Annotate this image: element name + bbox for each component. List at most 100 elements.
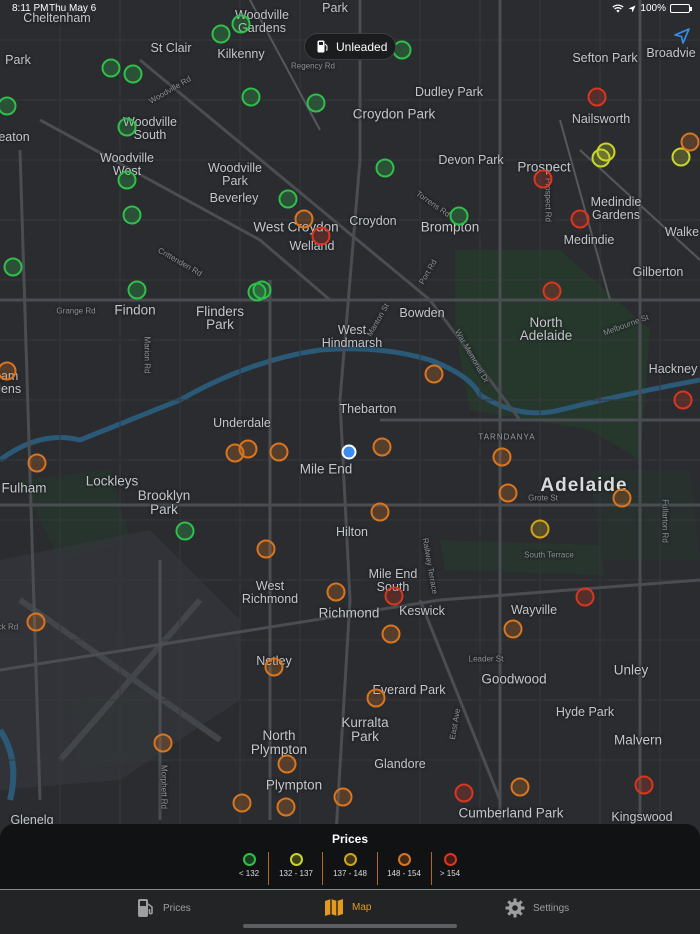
- station-pin-orange[interactable]: [333, 787, 353, 807]
- street-label: Marion Rd: [142, 336, 152, 374]
- suburb-label: Hackney: [648, 362, 698, 376]
- station-pin-orange[interactable]: [27, 453, 47, 473]
- gear-icon: [505, 898, 525, 918]
- station-pin-red[interactable]: [634, 775, 654, 795]
- suburb-label: Mile End: [299, 461, 353, 477]
- suburb-label: Medindie Gardens: [590, 195, 642, 222]
- station-pin-orange[interactable]: [372, 437, 392, 457]
- street-label: Morphett Rd: [159, 764, 169, 810]
- suburb-label: Medindie: [563, 233, 615, 247]
- station-pin-orange[interactable]: [269, 442, 289, 462]
- location-services-icon: [628, 5, 636, 12]
- suburb-label: Broadvie: [646, 46, 696, 60]
- station-pin-orange[interactable]: [294, 209, 314, 229]
- suburb-label: TARNDANYA: [478, 432, 536, 442]
- suburb-label: Park: [5, 53, 31, 67]
- station-pin-red[interactable]: [570, 209, 590, 229]
- station-pin-red[interactable]: [454, 783, 474, 803]
- tab-map[interactable]: Map: [324, 898, 371, 917]
- station-pin-green[interactable]: [101, 58, 121, 78]
- legend-swatch-orange: [397, 853, 411, 866]
- suburb-label: North Adelaide: [519, 315, 573, 343]
- tab-settings[interactable]: Settings: [505, 898, 569, 918]
- station-pin-green[interactable]: [241, 87, 261, 107]
- station-pin-orange[interactable]: [424, 364, 444, 384]
- suburb-label: Cumberland Park: [458, 805, 564, 821]
- station-pin-green[interactable]: [123, 64, 143, 84]
- station-pin-orange[interactable]: [326, 582, 346, 602]
- station-pin-red[interactable]: [587, 87, 607, 107]
- legend-swatch-green: [242, 853, 256, 866]
- street-label: Leader St: [468, 654, 504, 664]
- suburb-label: eaton: [0, 130, 30, 144]
- legend-swatch-amber: [343, 853, 357, 866]
- station-pin-red[interactable]: [575, 587, 595, 607]
- station-pin-green[interactable]: [306, 93, 326, 113]
- station-pin-red[interactable]: [384, 586, 404, 606]
- suburb-label: Gilberton: [632, 265, 684, 279]
- suburb-label: Bowden: [399, 306, 445, 320]
- station-pin-orange[interactable]: [277, 754, 297, 774]
- station-pin-orange[interactable]: [256, 539, 276, 559]
- tab-prices-label: Prices: [163, 902, 191, 914]
- station-pin-orange[interactable]: [612, 488, 632, 508]
- station-pin-green[interactable]: [117, 117, 137, 137]
- station-pin-orange[interactable]: [276, 797, 296, 817]
- suburb-label: Richmond: [318, 605, 380, 621]
- station-pin-orange[interactable]: [498, 483, 518, 503]
- station-pin-orange[interactable]: [492, 447, 512, 467]
- station-pin-red[interactable]: [673, 390, 693, 410]
- station-pin-green[interactable]: [247, 282, 267, 302]
- station-pin-amber[interactable]: [530, 519, 550, 539]
- suburb-label: Kingswood: [611, 810, 673, 824]
- station-pin-green[interactable]: [375, 158, 395, 178]
- tab-prices[interactable]: Prices: [137, 898, 191, 918]
- station-pin-orange[interactable]: [264, 657, 284, 677]
- station-pin-green[interactable]: [117, 170, 137, 190]
- station-pin-red[interactable]: [533, 169, 553, 189]
- fuel-pump-icon: [317, 40, 328, 53]
- suburb-label: Hyde Park: [555, 705, 615, 719]
- station-pin-green[interactable]: [449, 206, 469, 226]
- station-pin-orange[interactable]: [680, 132, 700, 152]
- tab-settings-label: Settings: [533, 902, 570, 914]
- station-pin-orange[interactable]: [225, 443, 245, 463]
- fuel-type-selector[interactable]: Unleaded: [304, 33, 396, 60]
- suburb-label: Underdale: [213, 416, 271, 430]
- map-view[interactable]: Cheltenham Woodville Gardens Park St Cla…: [0, 0, 700, 934]
- station-pin-red[interactable]: [311, 226, 331, 246]
- station-pin-orange[interactable]: [26, 612, 46, 632]
- station-pin-orange[interactable]: [503, 619, 523, 639]
- suburb-label: Walke: [664, 225, 700, 239]
- station-pin-green[interactable]: [211, 24, 231, 44]
- station-pin-green[interactable]: [175, 521, 195, 541]
- battery-icon: [670, 4, 692, 13]
- station-pin-yellow[interactable]: [591, 148, 611, 168]
- station-pin-green[interactable]: [278, 189, 298, 209]
- suburb-label: St Clair: [150, 41, 192, 55]
- station-pin-orange[interactable]: [153, 733, 173, 753]
- legend-item-gt154: > 154: [415, 853, 485, 878]
- station-pin-orange[interactable]: [370, 502, 390, 522]
- suburb-label: North Plympton: [250, 728, 308, 757]
- street-label: Grange Rd: [56, 306, 96, 316]
- station-pin-orange[interactable]: [366, 688, 386, 708]
- wifi-icon: [612, 4, 625, 13]
- legend-title: Prices: [331, 832, 369, 846]
- station-pin-green[interactable]: [127, 280, 147, 300]
- station-pin-red[interactable]: [542, 281, 562, 301]
- station-pin-orange[interactable]: [510, 777, 530, 797]
- suburb-label: Plympton: [265, 777, 323, 793]
- station-pin-green[interactable]: [122, 205, 142, 225]
- station-pin-orange[interactable]: [232, 793, 252, 813]
- street-label: Grote St: [528, 493, 558, 503]
- location-arrow-icon[interactable]: [674, 28, 690, 44]
- fuel-pump-icon: [138, 899, 153, 917]
- station-pin-green[interactable]: [3, 257, 23, 277]
- battery-percent: 100%: [640, 3, 666, 14]
- suburb-label: Fulham: [1, 480, 47, 496]
- suburb-label: Nailsworth: [571, 112, 631, 126]
- station-pin-orange[interactable]: [381, 624, 401, 644]
- suburb-label: Dudley Park: [414, 85, 484, 99]
- suburb-label: Croydon Park: [352, 106, 436, 122]
